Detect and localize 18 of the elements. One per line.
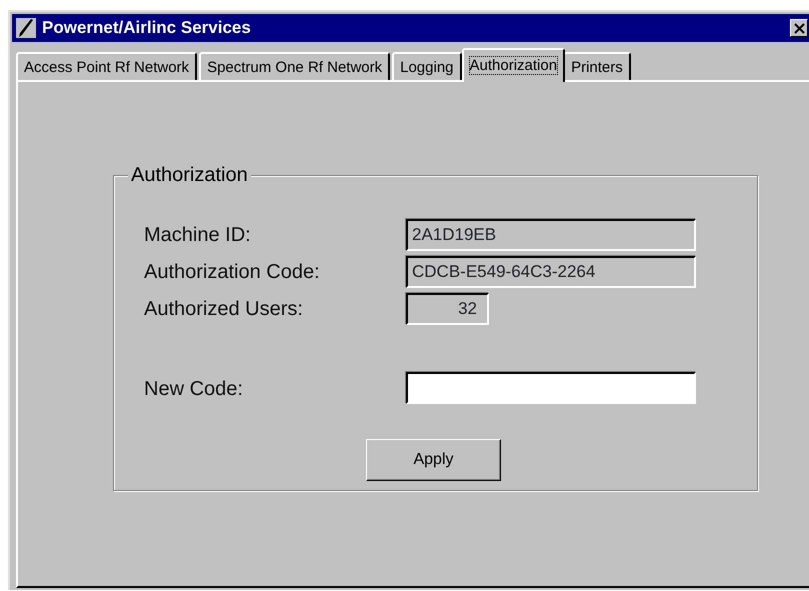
readonly-field: 2A1D19EB	[406, 218, 696, 250]
window-title: Powernet/Airlinc Services	[42, 17, 252, 40]
close-icon	[794, 22, 804, 34]
tab[interactable]: Access Point Rf Network	[16, 52, 198, 82]
field-label: Authorized Users:	[144, 296, 304, 322]
tab[interactable]: Spectrum One Rf Network	[199, 52, 390, 82]
field-label: Authorization Code:	[144, 260, 321, 284]
tab[interactable]: Printers	[563, 52, 631, 82]
pen-icon	[16, 18, 36, 38]
close-button[interactable]	[790, 19, 808, 37]
readonly-field: 32	[406, 292, 489, 324]
field-label: Machine ID:	[144, 222, 252, 248]
input-field[interactable]	[406, 372, 696, 404]
apply-button[interactable]: Apply	[366, 439, 501, 481]
readonly-field: CDCB-E549-64C3-2264	[406, 256, 696, 288]
tab[interactable]: Logging	[392, 52, 462, 82]
field-label: New Code:	[144, 377, 244, 402]
tab[interactable]: Authorization	[462, 48, 566, 82]
